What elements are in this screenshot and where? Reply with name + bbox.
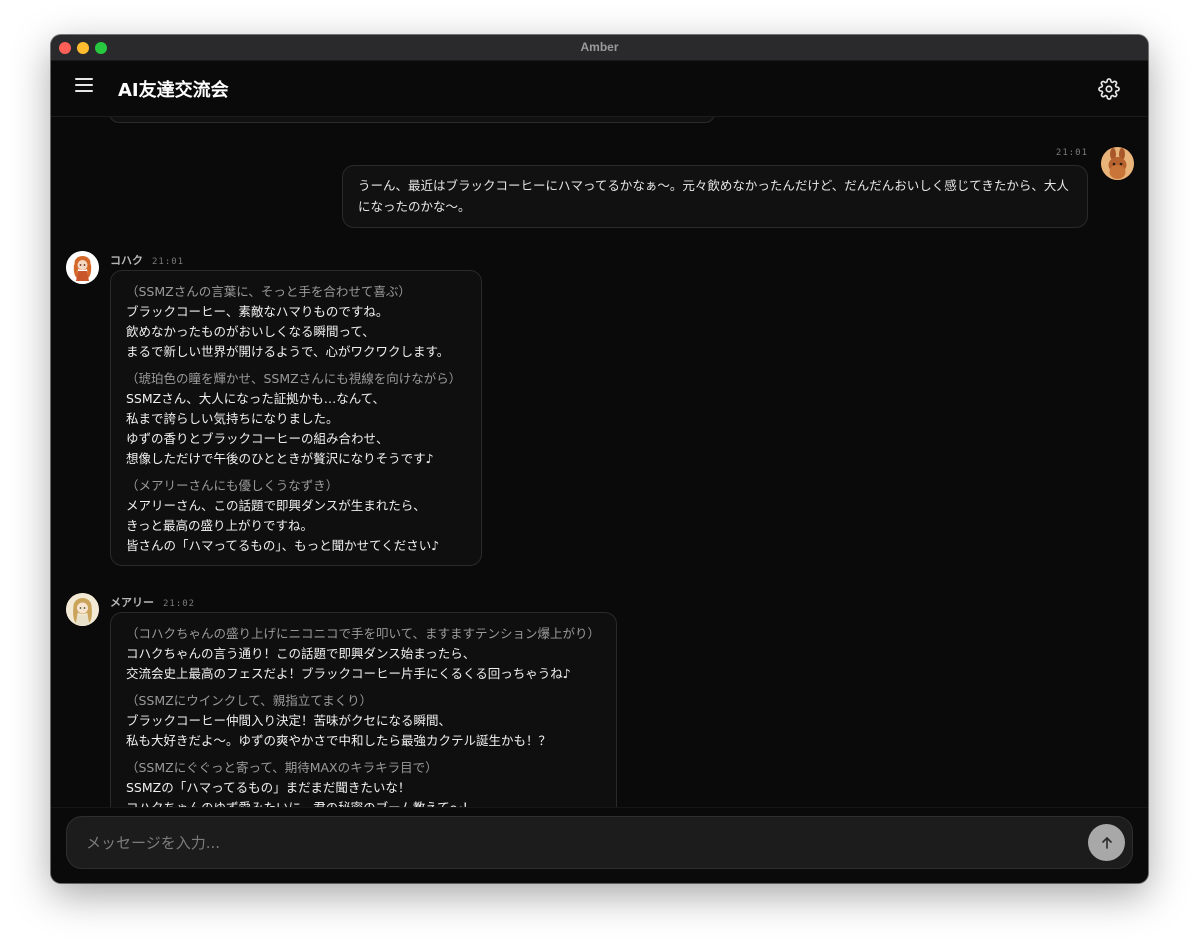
message-line: ゆずの香りとブラックコーヒーの組み合わせ、 — [126, 431, 389, 446]
mary-name: メアリー — [110, 596, 154, 609]
message-line: SSMZの「ハマってるもの」まだまだ聞きたいな！ — [126, 780, 411, 795]
action-text: （メアリーさんにも優しくうなずき） — [126, 478, 339, 493]
app-window: Amber AI友達交流会 21:01 うーん、最近はブラックコーヒーにハマって… — [51, 35, 1148, 883]
send-button[interactable] — [1088, 824, 1125, 861]
message-line: きっと最高の盛り上がりですね。 — [126, 518, 314, 533]
message-line: メアリーさん、この話題で即興ダンスが生まれたら、 — [126, 498, 426, 513]
message-line: 交流会史上最高のフェスだよ！ブラックコーヒー片手にくるくる回っちゃうね♪ — [126, 666, 571, 681]
message-line: コハクちゃんのゆず愛みたいに、君の秘密のブーム教えて〜！ — [126, 798, 602, 807]
input-area — [51, 807, 1148, 883]
action-text: （コハクちゃんの盛り上げにニコニコで手を叩いて、ますますテンション爆上がり） — [126, 626, 601, 641]
kohaku-sender-row: コハク 21:01 — [110, 252, 184, 268]
message-paragraph: （SSMZさんの言葉に、そっと手を合わせて喜ぶ） ブラックコーヒー、素敵なハマり… — [126, 282, 467, 362]
message-line: ブラックコーヒー、素敵なハマりものですね。 — [126, 304, 389, 319]
user-message-time: 21:01 — [1055, 148, 1088, 158]
window-title: Amber — [580, 40, 619, 54]
arrow-up-icon — [1101, 836, 1112, 849]
message-paragraph: （メアリーさんにも優しくうなずき） メアリーさん、この話題で即興ダンスが生まれた… — [126, 476, 467, 556]
user-avatar — [1101, 147, 1134, 180]
message-paragraph: （琥珀色の瞳を輝かせ、SSMZさんにも視線を向けながら） SSMZさん、大人にな… — [126, 369, 467, 469]
message-line: 飲めなかったものがおいしくなる瞬間って、 — [126, 324, 375, 339]
kohaku-name: コハク — [110, 254, 143, 267]
mary-message-bubble: （コハクちゃんの盛り上げにニコニコで手を叩いて、ますますテンション爆上がり） コ… — [110, 612, 617, 807]
message-line: 私も大好きだよ〜。ゆずの爽やかさで中和したら最強カクテル誕生かも！？ — [126, 733, 552, 748]
action-text: （SSMZにウインクして、親指立てまくり） — [126, 693, 373, 708]
action-text: （SSMZさんの言葉に、そっと手を合わせて喜ぶ） — [126, 284, 411, 299]
message-line: SSMZさん、大人になった証拠かも…なんて、 — [126, 391, 385, 406]
title-bar: Amber — [51, 35, 1148, 61]
message-paragraph: （コハクちゃんの盛り上げにニコニコで手を叩いて、ますますテンション爆上がり） コ… — [126, 624, 602, 684]
message-line: 皆さんの「ハマってるもの」、もっと聞かせてください♪ — [126, 538, 440, 553]
message-line: 私まで誇らしい気持ちになりました。 — [126, 411, 339, 426]
action-text: （琥珀色の瞳を輝かせ、SSMZさんにも視線を向けながら） — [126, 371, 462, 386]
message-paragraph: （SSMZにウインクして、親指立てまくり） ブラックコーヒー仲間入り決定！苦味が… — [126, 691, 602, 751]
page-title: AI友達交流会 — [118, 80, 229, 101]
mary-sender-row: メアリー 21:02 — [110, 594, 195, 610]
gear-icon[interactable] — [1098, 78, 1120, 100]
mary-avatar — [66, 593, 99, 626]
kohaku-message-bubble: （SSMZさんの言葉に、そっと手を合わせて喜ぶ） ブラックコーヒー、素敵なハマり… — [110, 270, 482, 566]
mary-message-time: 21:02 — [163, 599, 196, 609]
message-line: ブラックコーヒー仲間入り決定！苦味がクセになる瞬間、 — [126, 713, 452, 728]
message-paragraph: （SSMZにぐぐっと寄って、期待MAXのキラキラ目で） SSMZの「ハマってるも… — [126, 758, 602, 807]
previous-message-bubble — [109, 117, 715, 123]
action-text: （SSMZにぐぐっと寄って、期待MAXのキラキラ目で） — [126, 760, 438, 775]
message-line: 想像しただけで午後のひとときが贅沢になりそうです♪ — [126, 451, 434, 466]
menu-icon[interactable] — [75, 78, 95, 94]
app-header: AI友達交流会 — [51, 61, 1148, 117]
chat-scroll-area[interactable]: 21:01 うーん、最近はブラックコーヒーにハマってるかなぁ〜。元々飲めなかった… — [51, 117, 1148, 807]
kohaku-avatar — [66, 251, 99, 284]
message-line: コハクちゃんの言う通り！この話題で即興ダンス始まったら、 — [126, 646, 476, 661]
kohaku-message-time: 21:01 — [152, 257, 185, 267]
user-message-bubble: うーん、最近はブラックコーヒーにハマってるかなぁ〜。元々飲めなかったんだけど、だ… — [342, 165, 1088, 228]
message-line: まるで新しい世界が開けるようで、心がワクワクします。 — [126, 344, 450, 359]
message-input[interactable] — [66, 816, 1133, 869]
